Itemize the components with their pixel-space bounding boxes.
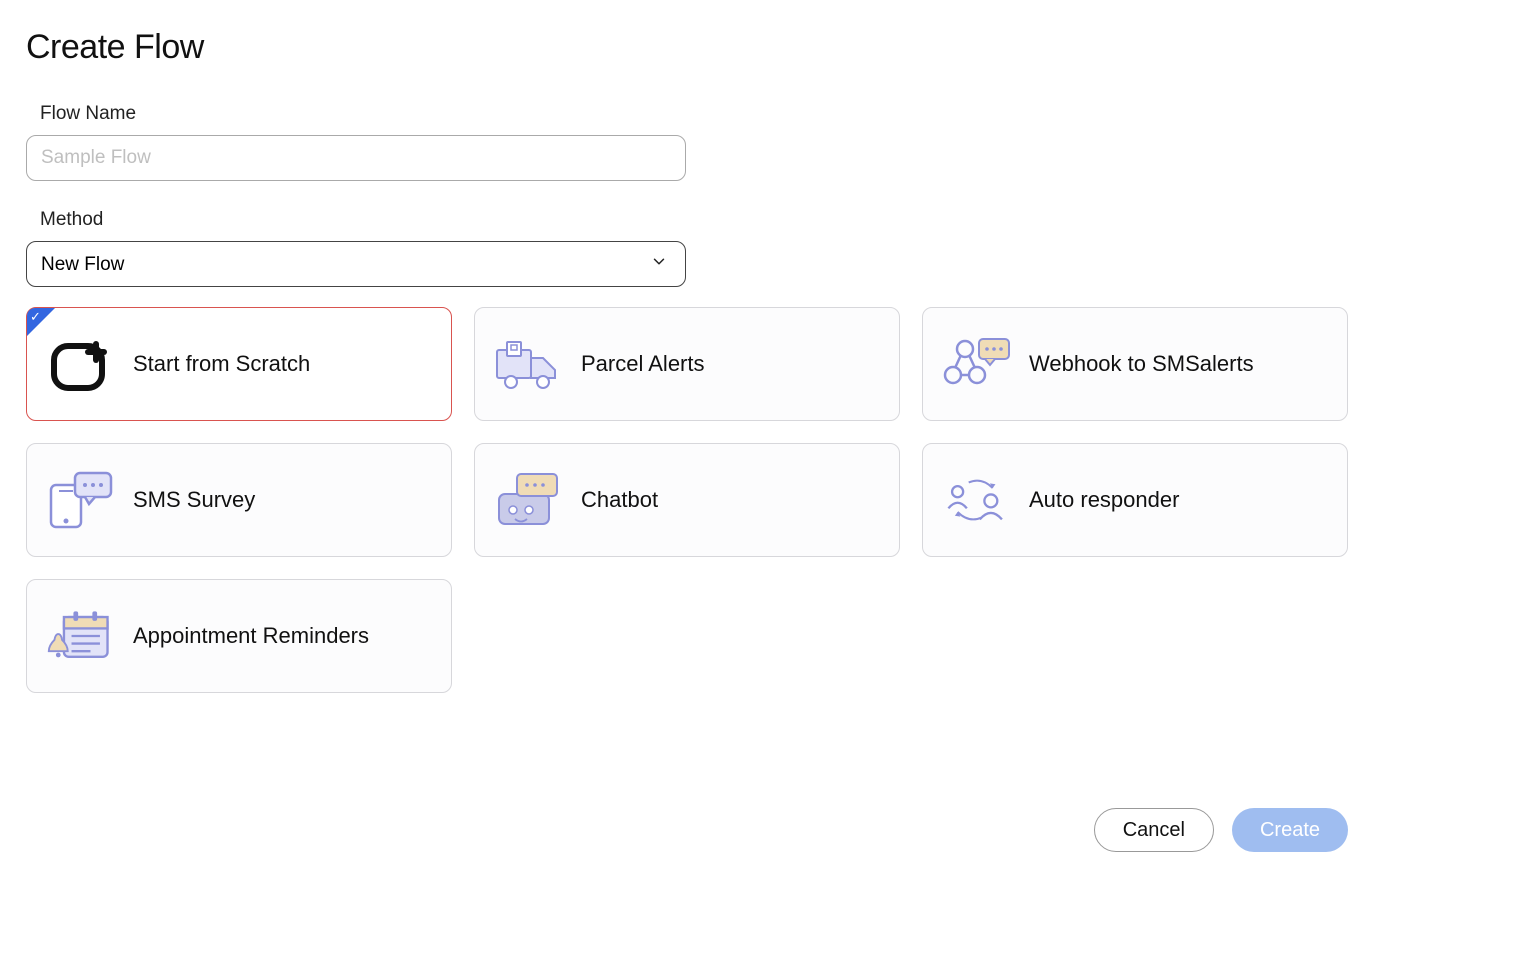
template-card-sms-survey[interactable]: SMS Survey bbox=[26, 443, 452, 557]
page-title: Create Flow bbox=[26, 28, 1490, 67]
method-label: Method bbox=[40, 209, 1490, 231]
template-card-start-from-scratch[interactable]: ✓ Start from Scratch bbox=[26, 307, 452, 421]
template-label: Appointment Reminders bbox=[133, 623, 369, 649]
appointment-reminders-icon bbox=[45, 605, 117, 667]
template-label: Chatbot bbox=[581, 487, 658, 513]
method-group: Method New Flow bbox=[26, 209, 1490, 287]
method-select-wrap: New Flow bbox=[26, 241, 686, 287]
cancel-button[interactable]: Cancel bbox=[1094, 808, 1214, 852]
template-label: Start from Scratch bbox=[133, 351, 310, 377]
flow-name-group: Flow Name bbox=[26, 103, 1490, 181]
template-card-parcel-alerts[interactable]: Parcel Alerts bbox=[474, 307, 900, 421]
webhook-icon bbox=[941, 333, 1013, 395]
parcel-alerts-icon bbox=[493, 333, 565, 395]
template-card-webhook-to-smsalerts[interactable]: Webhook to SMSalerts bbox=[922, 307, 1348, 421]
check-icon: ✓ bbox=[30, 309, 41, 325]
create-button[interactable]: Create bbox=[1232, 808, 1348, 852]
action-buttons: Cancel Create bbox=[1094, 808, 1348, 852]
template-label: Auto responder bbox=[1029, 487, 1179, 513]
template-grid: ✓ Start from Scratch bbox=[26, 307, 1490, 693]
template-card-chatbot[interactable]: Chatbot bbox=[474, 443, 900, 557]
method-select[interactable]: New Flow bbox=[26, 241, 686, 287]
template-card-appointment-reminders[interactable]: Appointment Reminders bbox=[26, 579, 452, 693]
sms-survey-icon bbox=[45, 469, 117, 531]
chatbot-icon bbox=[493, 469, 565, 531]
auto-responder-icon bbox=[941, 469, 1013, 531]
template-label: SMS Survey bbox=[133, 487, 255, 513]
flow-name-input[interactable] bbox=[26, 135, 686, 181]
template-card-auto-responder[interactable]: Auto responder bbox=[922, 443, 1348, 557]
start-from-scratch-icon bbox=[45, 333, 117, 395]
template-label: Parcel Alerts bbox=[581, 351, 705, 377]
template-label: Webhook to SMSalerts bbox=[1029, 351, 1254, 377]
create-flow-page: Create Flow Flow Name Method New Flow ✓ bbox=[0, 0, 1516, 976]
flow-name-label: Flow Name bbox=[40, 103, 1490, 125]
